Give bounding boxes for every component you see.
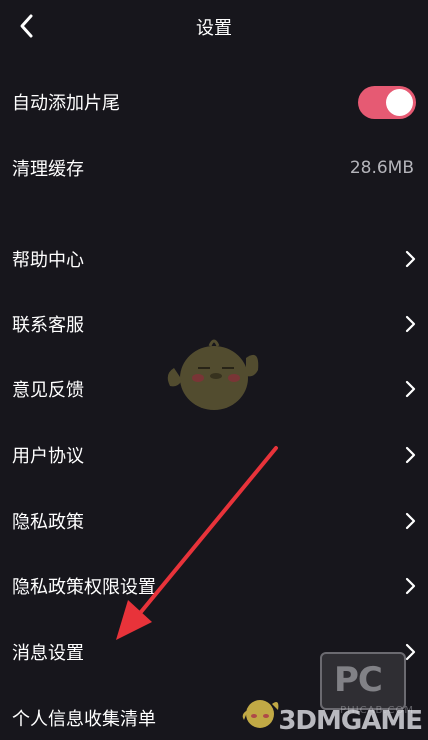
chevron-right-icon [405,380,416,398]
top-bar: 设置 [0,0,428,52]
settings-item-label: 消息设置 [12,643,84,664]
chevron-right-icon [405,577,416,595]
page-title: 设置 [196,18,232,39]
chevron-right-icon [405,512,416,530]
auto-outro-label: 自动添加片尾 [12,93,120,114]
chevron-right-icon [405,250,416,268]
watermark-site-name: 3DMGAME [278,706,423,736]
clear-cache-row[interactable]: 清理缓存 28.6MB [0,148,428,188]
settings-item-help-center[interactable]: 帮助中心 [0,239,428,279]
pc-logo-watermark: PC [320,652,406,710]
settings-item-label: 隐私政策 [12,512,84,533]
auto-outro-row[interactable]: 自动添加片尾 [0,82,428,122]
bird-watermark-icon [242,700,279,728]
settings-item-privacy-policy[interactable]: 隐私政策 [0,501,428,541]
cache-size-value: 28.6MB [349,158,414,178]
toggle-knob [386,89,413,116]
settings-item-label: 意见反馈 [12,380,84,401]
settings-item-label: 个人信息收集清单 [12,709,156,730]
settings-item-label: 隐私政策权限设置 [12,577,156,598]
settings-item-privacy-permissions[interactable]: 隐私政策权限设置 [0,566,428,606]
settings-item-label: 帮助中心 [12,250,84,271]
chevron-right-icon [405,315,416,333]
chevron-right-icon [405,446,416,464]
settings-item-label: 用户协议 [12,446,84,467]
mascot-watermark-icon [167,339,259,410]
auto-outro-toggle[interactable] [358,86,416,119]
clear-cache-label: 清理缓存 [12,159,84,180]
settings-item-label: 联系客服 [12,315,84,336]
settings-item-user-agreement[interactable]: 用户协议 [0,435,428,475]
